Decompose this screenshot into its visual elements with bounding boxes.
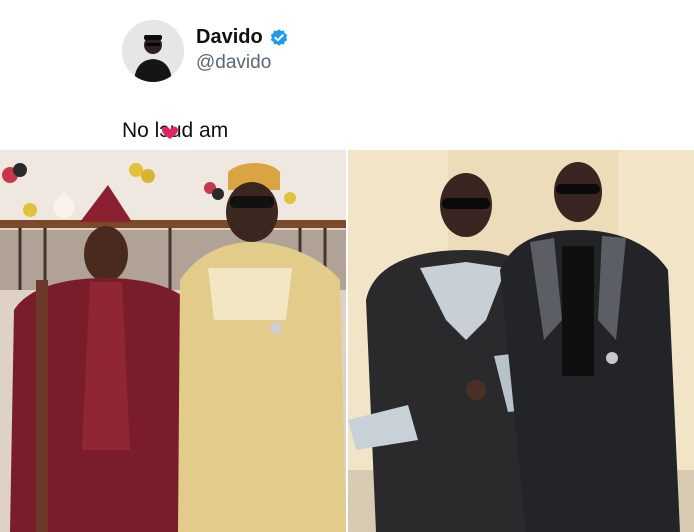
user-avatar-icon: [122, 20, 184, 82]
user-handle[interactable]: @davido: [196, 52, 271, 74]
verified-badge-icon: [270, 28, 287, 46]
tweet-header: Davido @davido No lɔud am: [0, 0, 694, 150]
avatar[interactable]: [122, 20, 184, 82]
display-name[interactable]: Davido: [196, 26, 263, 49]
photo-black-suits[interactable]: [348, 150, 694, 532]
name-row: Davido: [196, 26, 289, 49]
photo-traditional-attire[interactable]: [0, 150, 346, 532]
red-heart-icon: [162, 126, 178, 139]
